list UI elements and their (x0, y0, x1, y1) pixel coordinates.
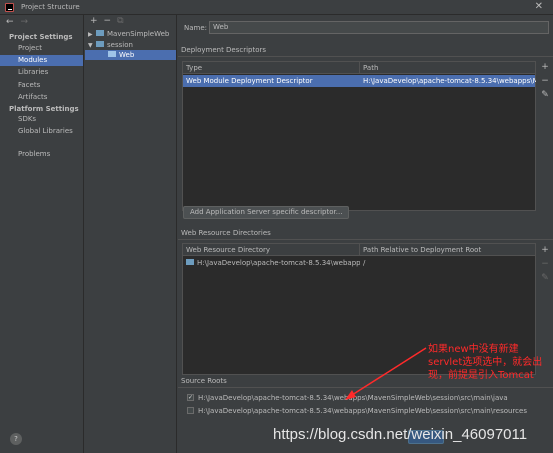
nav-arrows: ← → (6, 17, 35, 27)
module-folder-icon (96, 30, 104, 36)
cell-directory-text: H:\JavaDevelop\apache-tomcat-8.5.34\weba… (197, 259, 360, 267)
table-header: Web Resource Directory Path Relative to … (183, 244, 535, 256)
close-icon[interactable]: ✕ (535, 1, 543, 12)
checkbox-unchecked[interactable] (187, 406, 194, 414)
tree-node-label: Web (119, 51, 135, 59)
add-icon[interactable]: + (538, 60, 552, 74)
divider (178, 387, 553, 388)
checkbox-checked[interactable]: ✓ (187, 393, 194, 401)
back-arrow-icon[interactable]: ← (6, 17, 14, 27)
deployment-toolbar: + − ✎ (538, 60, 552, 102)
section-project-settings: Project Settings (9, 33, 73, 41)
edit-icon[interactable]: ✎ (538, 88, 552, 102)
cell-path: H:\JavaDevelop\apache-tomcat-8.5.34\weba… (363, 77, 536, 85)
edit-icon[interactable]: ✎ (538, 271, 552, 285)
section-platform-settings: Platform Settings (9, 105, 79, 113)
sidebar-item-artifacts[interactable]: Artifacts (0, 92, 83, 103)
intellij-logo-icon (5, 3, 14, 12)
column-header-web-resource-directory[interactable]: Web Resource Directory (183, 244, 360, 256)
annotation-text: 如果new中没有新建servlet选项选中，就会出现，前提是引入Tomcat (428, 344, 543, 381)
name-label: Name: (184, 24, 208, 32)
tree-node-mavensimpleweb[interactable]: ▶ MavenSimpleWeb (88, 29, 169, 39)
source-root-path: H:\JavaDevelop\apache-tomcat-8.5.34\weba… (198, 394, 508, 402)
deployment-descriptors-table: Type Path Web Module Deployment Descript… (182, 61, 536, 211)
name-field[interactable]: Web (209, 21, 549, 34)
table-row[interactable]: H:\JavaDevelop\apache-tomcat-8.5.34\weba… (183, 257, 535, 269)
add-icon[interactable]: + (90, 16, 98, 26)
table-row[interactable]: Web Module Deployment Descriptor H:\Java… (183, 75, 536, 87)
source-root-path: H:\JavaDevelop\apache-tomcat-8.5.34\weba… (198, 407, 527, 415)
remove-icon[interactable]: − (104, 16, 112, 26)
deployment-descriptors-title: Deployment Descriptors (181, 46, 267, 54)
remove-icon[interactable]: − (538, 257, 552, 271)
window-title: Project Structure (21, 3, 80, 11)
add-icon[interactable]: + (538, 243, 552, 257)
tree-node-label: session (107, 41, 133, 49)
cell-relative-path: / (363, 259, 366, 267)
folder-icon (186, 259, 194, 265)
watermark: https://blog.csdn.net/weixin_46097011 (273, 426, 528, 443)
sidebar-item-sdks[interactable]: SDKs (0, 114, 83, 125)
web-resource-toolbar: + − ✎ (538, 243, 552, 285)
module-folder-icon (96, 41, 104, 47)
column-header-type[interactable]: Type (183, 62, 360, 74)
copy-icon[interactable]: ⧉ (117, 16, 123, 26)
settings-sidebar: ← → Project Settings Project Modules Libr… (0, 15, 84, 453)
help-icon[interactable]: ? (10, 433, 22, 445)
divider (178, 56, 553, 57)
add-server-descriptor-button[interactable]: Add Application Server specific descript… (183, 206, 350, 219)
remove-icon[interactable]: − (538, 74, 552, 88)
web-facet-icon (108, 51, 116, 57)
tree-node-label: MavenSimpleWeb (107, 30, 170, 38)
tree-toolbar: + − ⧉ (90, 16, 130, 26)
source-root-resources[interactable]: H:\JavaDevelop\apache-tomcat-8.5.34\weba… (187, 406, 527, 416)
table-header: Type Path (183, 62, 535, 74)
title-bar: Project Structure ✕ (0, 0, 553, 15)
sidebar-item-modules[interactable]: Modules (0, 55, 83, 66)
cell-type: Web Module Deployment Descriptor (186, 77, 313, 85)
source-roots-title: Source Roots (181, 377, 227, 385)
sidebar-item-libraries[interactable]: Libraries (0, 67, 83, 78)
column-header-relative-path[interactable]: Path Relative to Deployment Root (360, 244, 536, 256)
sidebar-item-problems[interactable]: Problems (0, 149, 83, 160)
web-facet-panel: Name: Web Deployment Descriptors Type Pa… (178, 15, 553, 453)
web-resource-directories-title: Web Resource Directories (181, 229, 271, 237)
module-tree: + − ⧉ ▶ MavenSimpleWeb ▼ session Web (85, 15, 177, 453)
forward-arrow-icon[interactable]: → (21, 17, 29, 27)
sidebar-item-project[interactable]: Project (0, 43, 83, 54)
cell-directory: H:\JavaDevelop\apache-tomcat-8.5.34\weba… (183, 257, 360, 269)
expand-arrow-icon[interactable]: ▶ (88, 30, 96, 40)
column-header-path[interactable]: Path (360, 62, 536, 74)
tree-node-web[interactable]: Web (85, 50, 176, 60)
sidebar-item-global-libraries[interactable]: Global Libraries (0, 126, 83, 137)
source-root-java[interactable]: ✓ H:\JavaDevelop\apache-tomcat-8.5.34\web… (187, 393, 508, 403)
sidebar-item-facets[interactable]: Facets (0, 80, 83, 91)
divider (178, 239, 553, 240)
tree-node-session[interactable]: ▼ session (88, 40, 133, 50)
